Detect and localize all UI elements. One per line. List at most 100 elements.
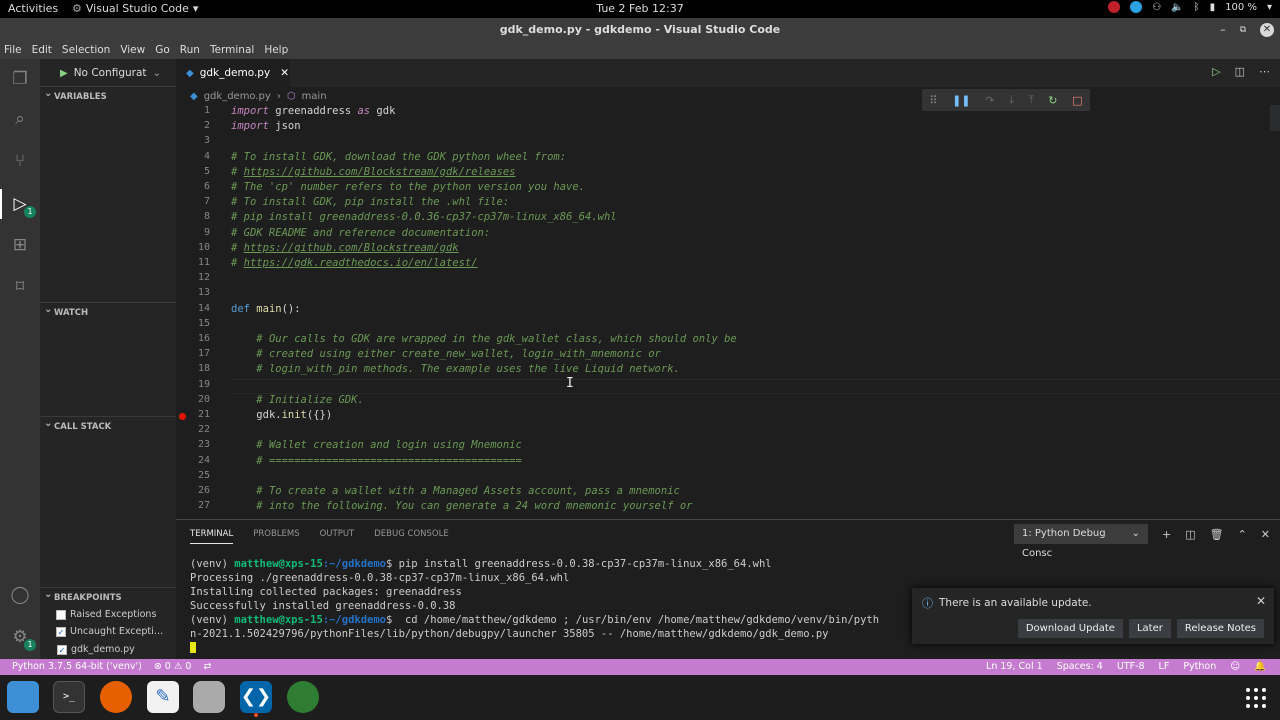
- files-app-icon[interactable]: [7, 681, 39, 713]
- line-number[interactable]: 6: [176, 181, 210, 192]
- code-line[interactable]: 24 # ===================================…: [176, 455, 1270, 470]
- stop-icon[interactable]: □: [1072, 94, 1082, 107]
- code-line[interactable]: 7 # To install GDK, pip install the .whl …: [176, 196, 1270, 211]
- notifications-bell-icon[interactable]: 🔔: [1254, 659, 1266, 675]
- line-number[interactable]: 27: [176, 500, 210, 511]
- line-number[interactable]: 20: [176, 394, 210, 405]
- split-terminal-icon[interactable]: ◫: [1185, 528, 1195, 541]
- code-line[interactable]: 27 # into the following. You can generat…: [176, 500, 1270, 515]
- breakpoint-uncaught-exceptions[interactable]: ✓ Uncaught Excepti…: [56, 623, 174, 640]
- line-number[interactable]: 23: [176, 439, 210, 450]
- search-icon[interactable]: ⌕: [8, 107, 32, 131]
- code-line[interactable]: 21 gdk.init({}): [176, 409, 1270, 424]
- line-number[interactable]: 15: [176, 318, 210, 329]
- account-icon[interactable]: ◯: [8, 583, 32, 607]
- split-editor-icon[interactable]: ◫: [1235, 65, 1245, 78]
- run-debug-icon[interactable]: ▷ 1: [8, 192, 36, 218]
- code-line[interactable]: 12: [176, 272, 1270, 287]
- network-icon[interactable]: ⚇: [1152, 2, 1161, 13]
- problems-count[interactable]: ⊗ 0 ⚠ 0: [154, 659, 192, 675]
- code-line[interactable]: 6 # The 'cp' number refers to the python …: [176, 181, 1270, 196]
- line-number[interactable]: 4: [176, 151, 210, 162]
- tab-terminal[interactable]: TERMINAL: [190, 529, 234, 544]
- line-number[interactable]: 11: [176, 257, 210, 268]
- maximize-panel-icon[interactable]: ⌃: [1238, 528, 1247, 541]
- watch-section-header[interactable]: WATCH: [40, 300, 176, 322]
- database-app-icon[interactable]: [193, 681, 225, 713]
- code-line[interactable]: 23 # Wallet creation and login using Mne…: [176, 439, 1270, 454]
- encoding[interactable]: UTF-8: [1117, 659, 1145, 675]
- menu-file[interactable]: File: [4, 42, 22, 59]
- show-applications-icon[interactable]: [1246, 688, 1266, 708]
- terminal-select[interactable]: 1: Python Debug Consc ⌄: [1013, 524, 1148, 559]
- feedback-icon[interactable]: ☺: [1230, 659, 1240, 675]
- menu-edit[interactable]: Edit: [32, 42, 52, 59]
- line-number[interactable]: 26: [176, 485, 210, 496]
- code-line[interactable]: 17 # created using either create_new_wal…: [176, 348, 1270, 363]
- code-line[interactable]: 5 # https://github.com/Blockstream/gdk/re…: [176, 166, 1270, 181]
- restart-icon[interactable]: ↻: [1048, 94, 1057, 107]
- breakpoint-gdk-demo[interactable]: ✓ gdk_demo.py: [56, 641, 174, 658]
- firefox-app-icon[interactable]: [100, 681, 132, 713]
- line-number[interactable]: 17: [176, 348, 210, 359]
- menu-help[interactable]: Help: [264, 42, 288, 59]
- code-line[interactable]: 20 # Initialize GDK.: [176, 394, 1270, 409]
- battery-icon[interactable]: ▮: [1210, 2, 1216, 13]
- code-line[interactable]: 26 # To create a wallet with a Managed A…: [176, 485, 1270, 500]
- tab-output[interactable]: OUTPUT: [320, 529, 355, 539]
- settings-gear-icon[interactable]: ⚙ 1: [8, 625, 36, 651]
- line-number[interactable]: 3: [176, 135, 210, 146]
- code-editor[interactable]: 1 import greenaddress as gdk 2 import json 3…: [176, 105, 1280, 519]
- breadcrumb-symbol[interactable]: main: [302, 91, 327, 102]
- code-line[interactable]: 1 import greenaddress as gdk: [176, 105, 1270, 120]
- minimize-icon[interactable]: –: [1220, 18, 1226, 42]
- clock[interactable]: Tue 2 Feb 12:37: [596, 2, 683, 15]
- step-into-icon[interactable]: ⤓: [1009, 93, 1014, 107]
- terminal-app-icon[interactable]: >_: [53, 681, 85, 713]
- menu-view[interactable]: View: [120, 42, 145, 59]
- python-interpreter[interactable]: Python 3.7.5 64-bit ('venv'): [12, 659, 142, 675]
- checkbox[interactable]: ✓: [57, 644, 67, 655]
- close-icon[interactable]: ✕: [1260, 23, 1274, 37]
- language-mode[interactable]: Python: [1183, 659, 1216, 675]
- code-line[interactable]: 4 # To install GDK, download the GDK pyth…: [176, 151, 1270, 166]
- close-notification-icon[interactable]: ✕: [1256, 594, 1266, 608]
- trash-icon[interactable]: 🗑: [1210, 528, 1224, 541]
- volume-icon[interactable]: 🔈: [1171, 2, 1183, 13]
- live-share-icon[interactable]: ⇄: [203, 659, 211, 675]
- tab-debug-console[interactable]: DEBUG CONSOLE: [374, 529, 448, 539]
- new-terminal-icon[interactable]: +: [1162, 528, 1171, 541]
- line-number[interactable]: 18: [176, 363, 210, 374]
- line-number[interactable]: 25: [176, 470, 210, 481]
- tab-problems[interactable]: PROBLEMS: [253, 529, 299, 539]
- drag-handle-icon[interactable]: ⠿: [929, 94, 937, 107]
- code-line[interactable]: 22: [176, 424, 1270, 439]
- line-number[interactable]: 2: [176, 120, 210, 131]
- code-line[interactable]: 8 # pip install greenaddress-0.0.36-cp37-…: [176, 211, 1270, 226]
- code-line[interactable]: 9 # GDK README and reference documentatio…: [176, 227, 1270, 242]
- line-number[interactable]: 10: [176, 242, 210, 253]
- code-line[interactable]: 16 # Our calls to GDK are wrapped in the…: [176, 333, 1270, 348]
- tab-gdk-demo[interactable]: ◆ gdk_demo.py ✕: [176, 59, 290, 87]
- extensions-icon[interactable]: ⊞: [8, 233, 32, 257]
- indentation[interactable]: Spaces: 4: [1057, 659, 1103, 675]
- more-actions-icon[interactable]: ⋯: [1259, 65, 1270, 78]
- code-line[interactable]: 15: [176, 318, 1270, 333]
- line-number[interactable]: 16: [176, 333, 210, 344]
- line-number[interactable]: 24: [176, 455, 210, 466]
- code-line[interactable]: 13: [176, 287, 1270, 302]
- line-number[interactable]: 13: [176, 287, 210, 298]
- line-number[interactable]: 8: [176, 211, 210, 222]
- chevron-down-icon[interactable]: ⌄: [153, 67, 162, 79]
- globe-app-icon[interactable]: [287, 681, 319, 713]
- later-button[interactable]: Later: [1128, 619, 1171, 638]
- checkbox[interactable]: [56, 609, 66, 620]
- line-number[interactable]: 14: [176, 303, 210, 314]
- code-line[interactable]: 2 import json: [176, 120, 1270, 135]
- close-panel-icon[interactable]: ✕: [1261, 528, 1270, 541]
- menu-terminal[interactable]: Terminal: [210, 42, 254, 59]
- code-line[interactable]: 18 # login_with_pin methods. The example…: [176, 363, 1270, 378]
- line-number[interactable]: 7: [176, 196, 210, 207]
- breadcrumb-file[interactable]: gdk_demo.py: [204, 91, 271, 102]
- line-number[interactable]: 19: [176, 379, 210, 390]
